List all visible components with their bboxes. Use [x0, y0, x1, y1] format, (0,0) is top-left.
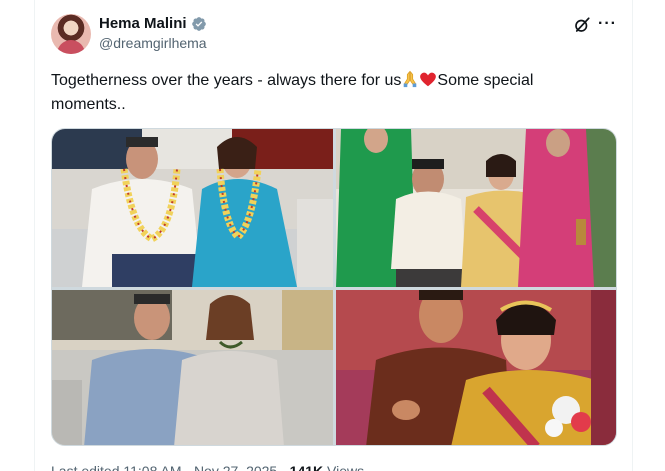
photo-family-group[interactable] — [336, 129, 616, 287]
name-row: Hema Malini — [99, 15, 207, 32]
post-header: Hema Malini @dreamgirlhema ··· — [51, 14, 621, 54]
author-handle[interactable]: @dreamgirlhema — [99, 35, 207, 51]
post-text-part1: Togetherness over the years - always the… — [51, 72, 402, 89]
views-label: Views — [327, 463, 365, 471]
verified-badge-icon — [191, 16, 206, 31]
more-options-icon[interactable]: ··· — [598, 16, 618, 33]
grok-icon[interactable] — [573, 16, 591, 34]
media-grid — [51, 128, 617, 446]
post-text: Togetherness over the years - always the… — [51, 69, 611, 117]
author-display-name[interactable]: Hema Malini — [99, 15, 187, 32]
red-heart-emoji — [420, 72, 437, 87]
avatar[interactable] — [51, 14, 91, 54]
views-count: 141K — [289, 463, 324, 471]
edited-timestamp[interactable]: Last edited 11:08 AM · Nov 27, 2025 · — [51, 463, 286, 471]
photo-garlanded-couple[interactable] — [52, 129, 333, 287]
photo-couple-sofa[interactable] — [52, 290, 333, 445]
folded-hands-emoji — [404, 70, 417, 88]
photo-dance-stage[interactable] — [336, 290, 616, 445]
author-info: Hema Malini @dreamgirlhema — [99, 15, 207, 51]
card-border-right — [632, 0, 633, 471]
post-meta: Last edited 11:08 AM · Nov 27, 2025 · 14… — [51, 463, 364, 471]
card-border-left — [34, 0, 35, 471]
